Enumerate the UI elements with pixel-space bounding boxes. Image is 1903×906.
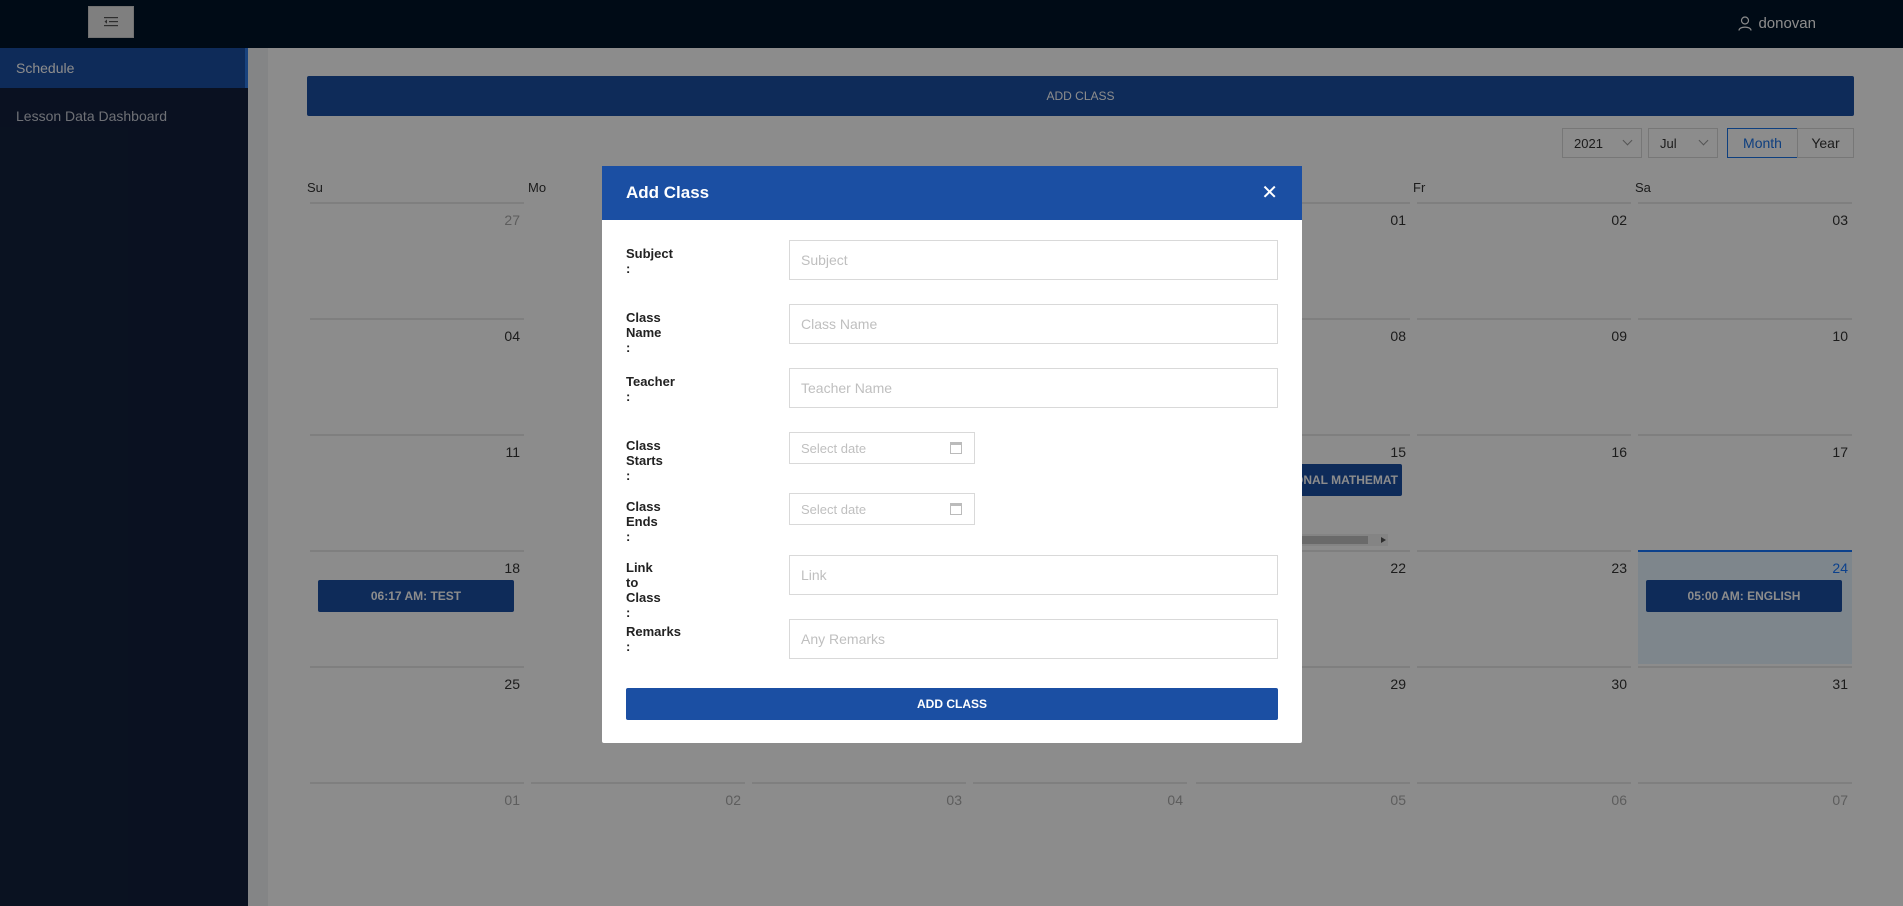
class-ends-datepicker[interactable]: Select date (789, 493, 975, 525)
link-label: Link to Class : (626, 560, 661, 620)
calendar-icon (950, 503, 962, 515)
datepicker-placeholder: Select date (801, 501, 867, 517)
datepicker-placeholder: Select date (801, 440, 867, 456)
teacher-label: Teacher : (626, 374, 675, 404)
class-starts-datepicker[interactable]: Select date (789, 432, 975, 464)
subject-input[interactable]: Subject (789, 240, 1278, 280)
link-input[interactable]: Link (789, 555, 1278, 595)
remarks-input[interactable]: Any Remarks (789, 619, 1278, 659)
modal-header: Add Class ✕ (602, 166, 1302, 220)
calendar-icon (950, 442, 962, 454)
modal-title: Add Class (626, 183, 710, 202)
class-starts-label: Class Starts : (626, 438, 663, 483)
close-icon[interactable]: ✕ (1261, 183, 1278, 203)
add-class-modal: Add Class ✕ Subject : Subject Class Name… (602, 166, 1302, 743)
class-name-label: Class Name : (626, 310, 662, 355)
subject-label: Subject : (626, 246, 673, 276)
class-ends-label: Class Ends : (626, 499, 661, 544)
modal-add-class-button[interactable]: ADD CLASS (626, 688, 1278, 720)
remarks-label: Remarks : (626, 624, 681, 654)
teacher-input[interactable]: Teacher Name (789, 368, 1278, 408)
class-name-input[interactable]: Class Name (789, 304, 1278, 344)
